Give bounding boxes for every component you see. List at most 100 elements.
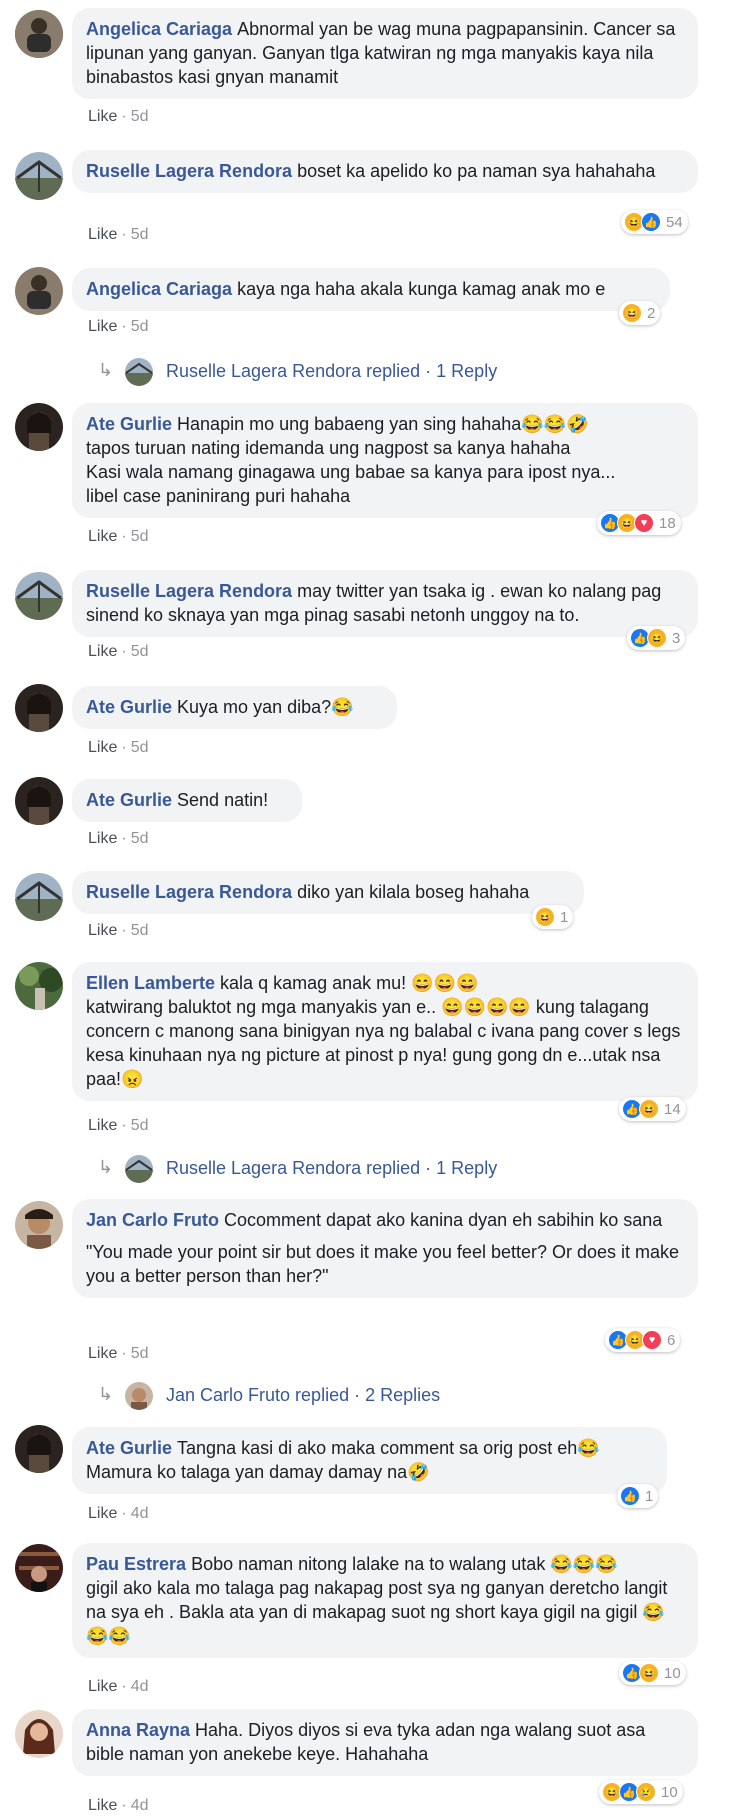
timestamp[interactable]: 4d — [131, 1678, 149, 1695]
timestamp[interactable]: 5d — [131, 108, 149, 125]
timestamp[interactable]: 5d — [131, 1345, 149, 1362]
avatar[interactable] — [15, 873, 63, 921]
replies-label[interactable]: Jan Carlo Fruto replied · 2 Replies — [166, 1385, 440, 1406]
reply-arrow-icon: ↳ — [98, 1384, 114, 1404]
reaction-summary[interactable]: 😆 👍 😢 10 — [599, 1780, 683, 1804]
like-reaction-icon: 👍 — [641, 212, 661, 232]
commenter-name[interactable]: Pau Estrera — [86, 1554, 186, 1574]
comment-bubble: Ate Gurlie Hanapin mo ung babaeng yan sin… — [72, 403, 698, 518]
comment-bubble: Ruselle Lagera Rendora boset ka apelido k… — [72, 150, 698, 193]
commenter-name[interactable]: Ate Gurlie — [86, 1438, 172, 1458]
comment-meta: Like · 5d — [88, 1345, 149, 1362]
comment-text: Send natin! — [177, 790, 269, 810]
reaction-summary[interactable]: 👍 😆 3 — [627, 626, 686, 650]
timestamp[interactable]: 5d — [131, 1117, 149, 1134]
commenter-name[interactable]: Ate Gurlie — [86, 697, 172, 717]
timestamp[interactable]: 5d — [131, 226, 149, 243]
timestamp[interactable]: 4d — [131, 1505, 149, 1522]
reaction-summary[interactable]: 👍 😆 ♥ 6 — [605, 1328, 681, 1352]
timestamp[interactable]: 5d — [131, 318, 149, 335]
reaction-count: 6 — [667, 1331, 676, 1349]
reaction-count: 10 — [664, 1664, 681, 1682]
comment-bubble: Ruselle Lagera Rendora may twitter yan ts… — [72, 570, 698, 637]
like-link[interactable]: Like — [88, 1345, 117, 1362]
reaction-summary[interactable]: 👍 😆 14 — [619, 1097, 686, 1121]
haha-reaction-icon: 😆 — [535, 907, 555, 927]
replies-label[interactable]: Ruselle Lagera Rendora replied · 1 Reply — [166, 361, 497, 382]
avatar[interactable] — [15, 152, 63, 200]
view-replies-link[interactable]: ↳ Jan Carlo Fruto replied · 2 Replies — [0, 1382, 750, 1412]
avatar[interactable] — [15, 1201, 63, 1249]
like-link[interactable]: Like — [88, 922, 117, 939]
reaction-count: 2 — [647, 304, 656, 322]
love-reaction-icon: ♥ — [634, 513, 654, 533]
like-link[interactable]: Like — [88, 528, 117, 545]
like-link[interactable]: Like — [88, 226, 117, 243]
replies-label[interactable]: Ruselle Lagera Rendora replied · 1 Reply — [166, 1158, 497, 1179]
like-link[interactable]: Like — [88, 318, 117, 335]
comment-meta: Like · 5d — [88, 226, 149, 243]
comment-bubble: Ate Gurlie Send natin! — [72, 779, 302, 822]
commenter-name[interactable]: Ellen Lamberte — [86, 973, 215, 993]
like-link[interactable]: Like — [88, 1797, 117, 1814]
avatar[interactable] — [15, 1544, 63, 1592]
haha-reaction-icon: 😆 — [622, 303, 642, 323]
commenter-name[interactable]: Ruselle Lagera Rendora — [86, 161, 292, 181]
avatar[interactable] — [15, 962, 63, 1010]
avatar — [125, 358, 153, 386]
comment-bubble: Jan Carlo Fruto Cocomment dapat ako kanin… — [72, 1199, 698, 1298]
comment-meta: Like · 5d — [88, 318, 149, 335]
comment-meta: Like · 4d — [88, 1505, 149, 1522]
like-link[interactable]: Like — [88, 643, 117, 660]
reaction-summary[interactable]: 😆 1 — [532, 905, 574, 929]
avatar[interactable] — [15, 684, 63, 732]
like-link[interactable]: Like — [88, 1505, 117, 1522]
reaction-count: 18 — [659, 514, 676, 532]
reaction-summary[interactable]: 😆 2 — [619, 301, 661, 325]
commenter-name[interactable]: Anna Rayna — [86, 1720, 190, 1740]
avatar[interactable] — [15, 267, 63, 315]
avatar — [125, 1155, 153, 1183]
reaction-summary[interactable]: 👍 😆 10 — [619, 1661, 686, 1685]
like-reaction-icon: 👍 — [620, 1486, 640, 1506]
commenter-name[interactable]: Jan Carlo Fruto — [86, 1210, 219, 1230]
commenter-name[interactable]: Ruselle Lagera Rendora — [86, 882, 292, 902]
commenter-name[interactable]: Angelica Cariaga — [86, 279, 232, 299]
reaction-summary[interactable]: 👍 1 — [617, 1484, 659, 1508]
avatar[interactable] — [15, 403, 63, 451]
reaction-count: 14 — [664, 1100, 681, 1118]
timestamp[interactable]: 5d — [131, 739, 149, 756]
timestamp[interactable]: 5d — [131, 830, 149, 847]
timestamp[interactable]: 5d — [131, 643, 149, 660]
view-replies-link[interactable]: ↳ Ruselle Lagera Rendora replied · 1 Rep… — [0, 1155, 750, 1185]
comment-meta: Like · 4d — [88, 1678, 149, 1695]
avatar[interactable] — [15, 777, 63, 825]
view-replies-link[interactable]: ↳ Ruselle Lagera Rendora replied · 1 Rep… — [0, 358, 750, 388]
comment-bubble: Anna Rayna Haha. Diyos diyos si eva tyka … — [72, 1709, 698, 1776]
comment-bubble: Ruselle Lagera Rendora diko yan kilala bo… — [72, 871, 584, 914]
comment-meta: Like · 5d — [88, 922, 149, 939]
like-link[interactable]: Like — [88, 1678, 117, 1695]
avatar[interactable] — [15, 572, 63, 620]
like-link[interactable]: Like — [88, 1117, 117, 1134]
avatar — [125, 1382, 153, 1410]
comment-text: kaya nga haha akala kunga kamag anak mo … — [237, 279, 606, 299]
timestamp[interactable]: 4d — [131, 1797, 149, 1814]
timestamp[interactable]: 5d — [131, 528, 149, 545]
avatar[interactable] — [15, 1425, 63, 1473]
reaction-summary[interactable]: 😆 👍 54 — [621, 210, 688, 234]
like-link[interactable]: Like — [88, 830, 117, 847]
reaction-summary[interactable]: 👍 😆 ♥ 18 — [597, 511, 681, 535]
comment-meta: Like · 5d — [88, 739, 149, 756]
commenter-name[interactable]: Angelica Cariaga — [86, 19, 232, 39]
comment-meta: Like · 5d — [88, 528, 149, 545]
like-link[interactable]: Like — [88, 739, 117, 756]
commenter-name[interactable]: Ate Gurlie — [86, 414, 172, 434]
like-link[interactable]: Like — [88, 108, 117, 125]
commenter-name[interactable]: Ruselle Lagera Rendora — [86, 581, 292, 601]
avatar[interactable] — [15, 10, 63, 58]
timestamp[interactable]: 5d — [131, 922, 149, 939]
commenter-name[interactable]: Ate Gurlie — [86, 790, 172, 810]
comment-meta: Like · 5d — [88, 830, 149, 847]
avatar[interactable] — [15, 1710, 63, 1758]
